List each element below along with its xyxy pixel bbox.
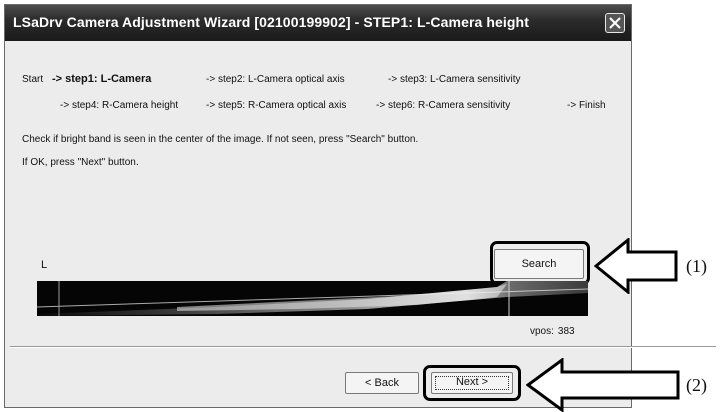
vpos-value: 383 [557, 326, 575, 337]
step-row-2: -> step4: R-Camera height -> step5: R-Ca… [60, 100, 620, 114]
search-highlight-box [490, 241, 590, 285]
step4: -> step4: R-Camera height [60, 100, 179, 111]
title-bar: LSaDrv Camera Adjustment Wizard [0210019… [5, 5, 631, 41]
close-button[interactable] [605, 13, 625, 33]
arrow-1-icon [594, 238, 678, 294]
close-icon [609, 17, 621, 29]
step6: -> step6: R-Camera sensitivity [376, 100, 511, 111]
camera-label: L [41, 259, 48, 271]
vpos-label: vpos: [530, 326, 554, 337]
step-start: Start [22, 74, 44, 85]
instruction-line-1: Check if bright band is seen in the cent… [22, 134, 419, 145]
annotation-1: (1) [686, 256, 707, 276]
vpos-readout: vpos: 383 [530, 326, 575, 337]
window-title: LSaDrv Camera Adjustment Wizard [0210019… [13, 14, 529, 30]
back-button[interactable]: < Back [345, 372, 419, 394]
footer-divider [10, 346, 716, 348]
step3: -> step3: L-Camera sensitivity [388, 74, 521, 85]
annotation-2: (2) [686, 375, 707, 395]
step-row-1: Start -> step1: L-Camera -> step2: L-Cam… [22, 73, 602, 88]
step-finish: -> Finish [567, 100, 606, 111]
next-highlight-box [423, 365, 521, 401]
step1-current: -> step1: L-Camera [52, 73, 152, 85]
arrow-2-icon [526, 358, 680, 412]
step2: -> step2: L-Camera optical axis [206, 74, 345, 85]
step5: -> step5: R-Camera optical axis [206, 100, 347, 111]
instruction-line-2: If OK, press "Next" button. [22, 157, 139, 168]
camera-image [37, 281, 588, 316]
